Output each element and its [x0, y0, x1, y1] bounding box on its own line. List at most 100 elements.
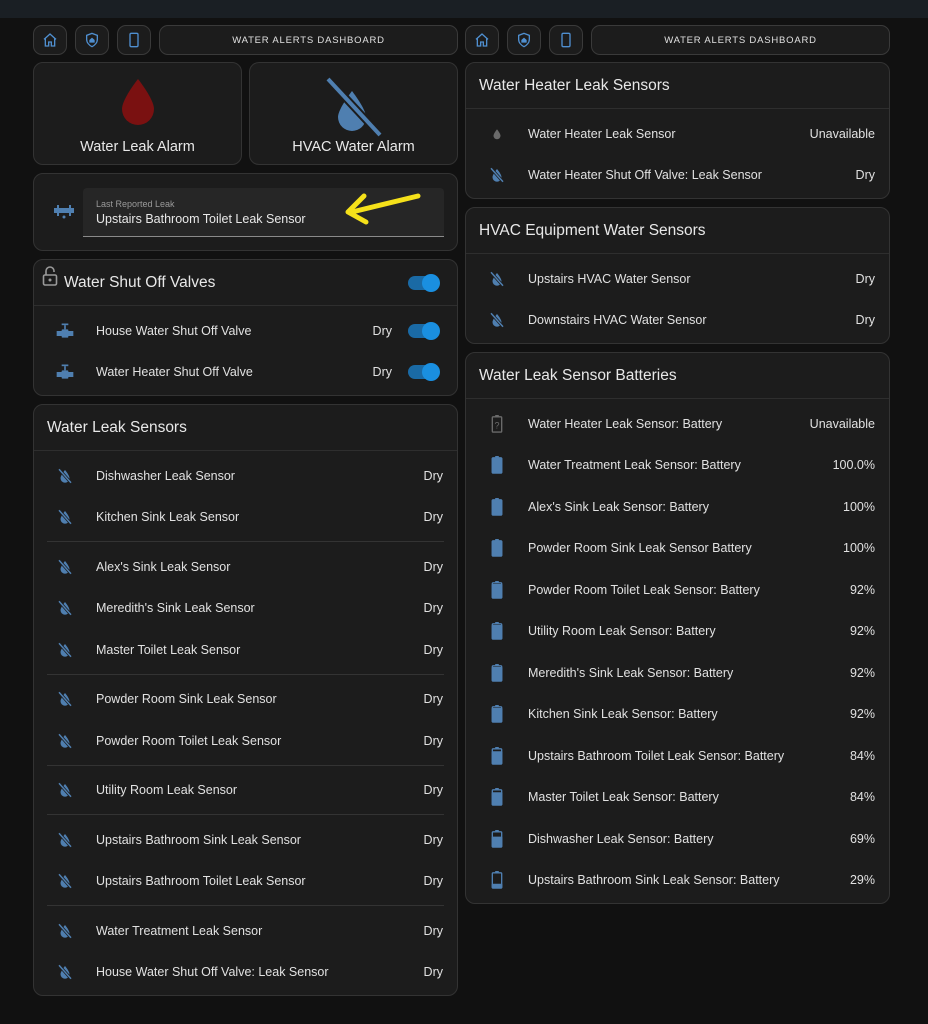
heater-card: Water Heater Leak Sensors Water Heater L… — [465, 62, 890, 199]
entity-name: Powder Room Toilet Leak Sensor: Battery — [528, 582, 760, 597]
batteries-card: Water Leak Sensor Batteries ? Water Heate… — [465, 352, 890, 904]
valves-list: House Water Shut Off Valve Dry Water Heate… — [34, 306, 457, 395]
entity-name: Upstairs HVAC Water Sensor — [528, 271, 691, 286]
row-alex-s-sink-leak-sensor[interactable]: Alex's Sink Leak Sensor Dry — [34, 546, 457, 588]
row-meredith-s-sink-leak-sensor[interactable]: Meredith's Sink Leak Sensor Dry — [34, 588, 457, 630]
battery-icon — [466, 829, 528, 848]
row-powder-room-toilet-leak-sensor[interactable]: Powder Room Toilet Leak Sensor Dry — [34, 720, 457, 762]
leak-sensors-list: Dishwasher Leak Sensor Dry Kitchen Sink Le… — [34, 451, 457, 995]
entity-state: Dry — [423, 559, 443, 574]
water-leak-alarm-tile[interactable]: Water Leak Alarm — [33, 62, 242, 165]
battery-icon — [466, 497, 528, 516]
pipe-leak-icon — [54, 205, 74, 219]
entity-state: 84% — [849, 748, 875, 763]
entity-state: Dry — [855, 271, 875, 286]
nav-security-button[interactable] — [507, 25, 541, 55]
entity-name: Utility Room Leak Sensor — [96, 783, 238, 798]
row-upstairs-bathroom-toilet-leak-sensor-battery[interactable]: Upstairs Bathroom Toilet Leak Sensor: Ba… — [466, 735, 889, 777]
entity-name: Water Treatment Leak Sensor — [96, 923, 263, 938]
entity-name: Powder Room Toilet Leak Sensor — [96, 733, 282, 748]
row-water-heater-leak-sensor[interactable]: Water Heater Leak Sensor Unavailable — [466, 113, 889, 155]
entity-name: Water Treatment Leak Sensor: Battery — [528, 458, 741, 473]
row-utility-room-leak-sensor-battery[interactable]: Utility Room Leak Sensor: Battery 92% — [466, 611, 889, 653]
nav-home-button[interactable] — [465, 25, 499, 55]
row-water-heater-shut-off-valve-leak-sensor[interactable]: Water Heater Shut Off Valve: Leak Sensor… — [466, 155, 889, 197]
row-utility-room-leak-sensor[interactable]: Utility Room Leak Sensor Dry — [34, 770, 457, 812]
row-upstairs-bathroom-toilet-leak-sensor[interactable]: Upstairs Bathroom Toilet Leak Sensor Dry — [34, 861, 457, 903]
battery-icon — [466, 539, 528, 558]
row-powder-room-toilet-leak-sensor-battery[interactable]: Powder Room Toilet Leak Sensor: Battery 9… — [466, 569, 889, 611]
row-powder-room-sink-leak-sensor-battery[interactable]: Powder Room Sink Leak Sensor Battery 100% — [466, 528, 889, 570]
row-water-heater-leak-sensor-battery[interactable]: ? Water Heater Leak Sensor: Battery Unavai… — [466, 403, 889, 445]
water-off-icon — [34, 690, 96, 708]
valves-title: Water Shut Off Valves — [34, 260, 457, 306]
row-water-treatment-leak-sensor-battery[interactable]: Water Treatment Leak Sensor: Battery 100.… — [466, 445, 889, 487]
row-meredith-s-sink-leak-sensor-battery[interactable]: Meredith's Sink Leak Sensor: Battery 92% — [466, 652, 889, 694]
valves-master-toggle[interactable] — [408, 274, 440, 292]
row-master-toilet-leak-sensor[interactable]: Master Toilet Leak Sensor Dry — [34, 629, 457, 671]
nav-home-button[interactable] — [33, 25, 67, 55]
row-house-water-shut-off-valve[interactable]: House Water Shut Off Valve Dry — [34, 310, 457, 352]
shield-home-icon — [518, 32, 530, 48]
battery-icon — [466, 580, 528, 599]
row-upstairs-bathroom-sink-leak-sensor[interactable]: Upstairs Bathroom Sink Leak Sensor Dry — [34, 819, 457, 861]
water-off-icon — [34, 599, 96, 617]
batteries-list: ? Water Heater Leak Sensor: Battery Unavai… — [466, 399, 889, 903]
row-house-water-shut-off-valve-leak-sensor[interactable]: House Water Shut Off Valve: Leak Sensor D… — [34, 952, 457, 994]
row-upstairs-bathroom-sink-leak-sensor-battery[interactable]: Upstairs Bathroom Sink Leak Sensor: Batt… — [466, 860, 889, 902]
row-alex-s-sink-leak-sensor-battery[interactable]: Alex's Sink Leak Sensor: Battery 100% — [466, 486, 889, 528]
hvac-water-alarm-tile[interactable]: HVAC Water Alarm — [249, 62, 458, 165]
row-dishwasher-leak-sensor[interactable]: Dishwasher Leak Sensor Dry — [34, 455, 457, 497]
entity-name: House Water Shut Off Valve — [96, 323, 252, 338]
hvac-water-alarm-label: HVAC Water Alarm — [292, 139, 415, 155]
entity-state: Dry — [372, 365, 392, 380]
nav-security-button[interactable] — [75, 25, 109, 55]
entity-state: 92% — [849, 665, 875, 680]
valve-icon — [34, 362, 96, 382]
water-drop-icon — [121, 79, 154, 125]
batteries-title: Water Leak Sensor Batteries — [466, 353, 889, 399]
nav-mobile-button[interactable] — [117, 25, 151, 55]
row-kitchen-sink-leak-sensor-battery[interactable]: Kitchen Sink Leak Sensor: Battery 92% — [466, 694, 889, 736]
row-upstairs-hvac-water-sensor[interactable]: Upstairs HVAC Water Sensor Dry — [466, 258, 889, 300]
valve-toggle[interactable] — [408, 363, 440, 382]
water-off-icon — [34, 508, 96, 526]
entity-name: Upstairs Bathroom Sink Leak Sensor: Batt… — [528, 873, 780, 888]
entity-state: 100.0% — [832, 458, 875, 473]
alarm-tiles: Water Leak Alarm HVAC Water Alarm — [33, 62, 458, 165]
entity-name: Water Heater Shut Off Valve — [96, 365, 253, 380]
entity-name: House Water Shut Off Valve: Leak Sensor — [96, 965, 329, 980]
shield-home-icon — [86, 32, 98, 48]
entity-name: Water Heater Shut Off Valve: Leak Sensor — [528, 168, 762, 183]
left-column: WATER ALERTS DASHBOARD Water Leak Alarm … — [33, 25, 458, 1004]
entity-name: Meredith's Sink Leak Sensor — [96, 601, 255, 616]
water-off-icon — [34, 558, 96, 576]
entity-state: 100% — [843, 541, 875, 556]
row-kitchen-sink-leak-sensor[interactable]: Kitchen Sink Leak Sensor Dry — [34, 497, 457, 539]
entity-name: Kitchen Sink Leak Sensor: Battery — [528, 707, 718, 722]
valve-toggle[interactable] — [408, 321, 440, 340]
battery-icon — [466, 622, 528, 641]
row-downstairs-hvac-water-sensor[interactable]: Downstairs HVAC Water Sensor Dry — [466, 300, 889, 342]
hvac-list: Upstairs HVAC Water Sensor Dry Downstairs … — [466, 254, 889, 343]
entity-state: Dry — [423, 642, 443, 657]
nav-title-button[interactable]: WATER ALERTS DASHBOARD — [591, 25, 890, 55]
entity-state: Dry — [423, 468, 443, 483]
entity-state: Dry — [423, 692, 443, 707]
last-leak-value: Upstairs Bathroom Toilet Leak Sensor — [96, 212, 306, 226]
nav-mobile-button[interactable] — [549, 25, 583, 55]
water-off-icon — [34, 781, 96, 799]
row-water-treatment-leak-sensor[interactable]: Water Treatment Leak Sensor Dry — [34, 910, 457, 952]
entity-name: Dishwasher Leak Sensor: Battery — [528, 831, 714, 846]
row-water-heater-shut-off-valve[interactable]: Water Heater Shut Off Valve Dry — [34, 352, 457, 394]
entity-state: Unavailable — [809, 416, 875, 431]
lock-open-icon[interactable] — [42, 266, 58, 286]
nav-title-button[interactable]: WATER ALERTS DASHBOARD — [159, 25, 458, 55]
row-master-toilet-leak-sensor-battery[interactable]: Master Toilet Leak Sensor: Battery 84% — [466, 777, 889, 819]
water-off-icon — [34, 732, 96, 750]
cellphone-icon — [129, 32, 139, 48]
entity-name: Powder Room Sink Leak Sensor — [96, 692, 277, 707]
row-powder-room-sink-leak-sensor[interactable]: Powder Room Sink Leak Sensor Dry — [34, 679, 457, 721]
entity-state: Dry — [423, 733, 443, 748]
row-dishwasher-leak-sensor-battery[interactable]: Dishwasher Leak Sensor: Battery 69% — [466, 818, 889, 860]
